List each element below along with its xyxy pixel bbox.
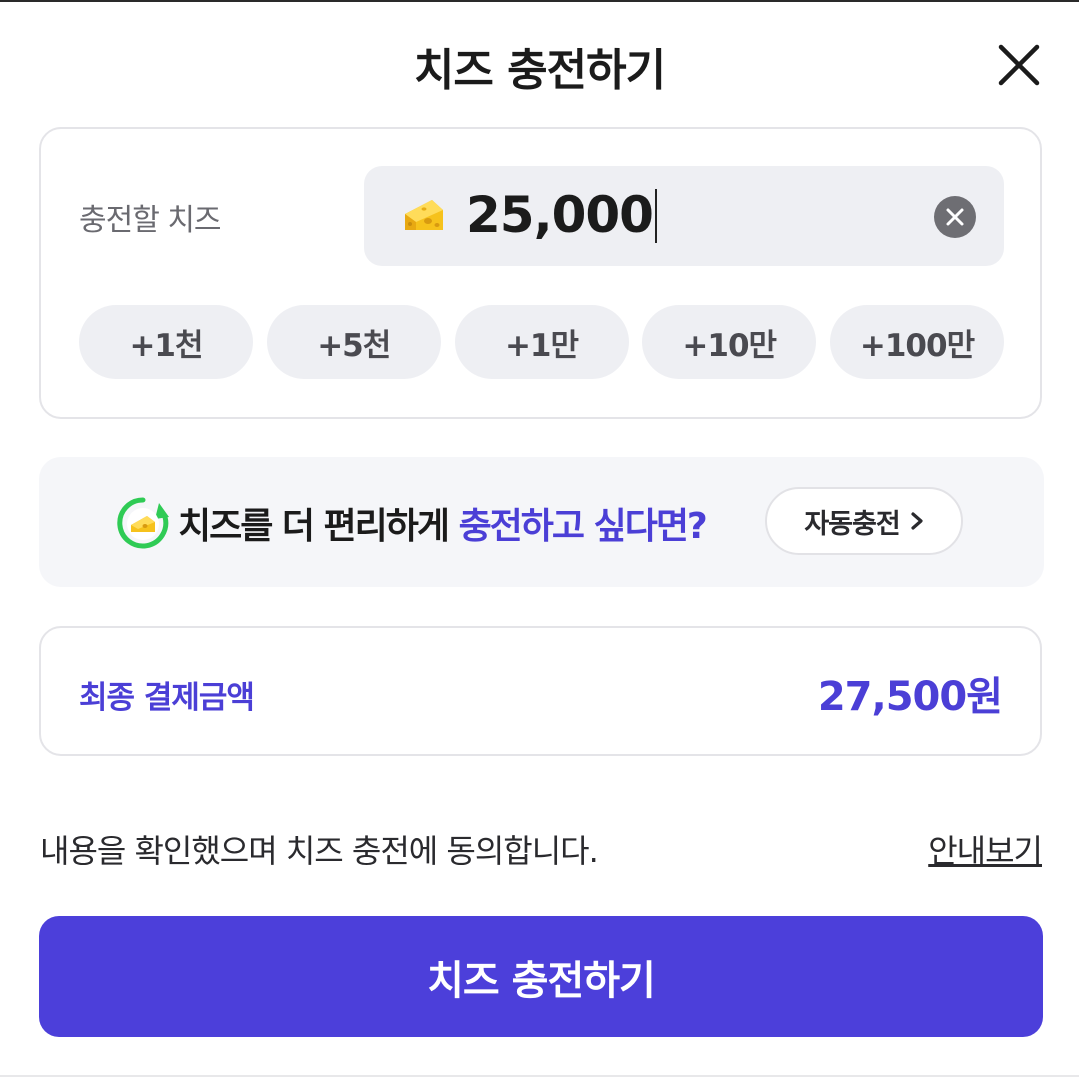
auto-recharge-cheese-icon [117, 497, 169, 549]
text-caret [654, 188, 657, 243]
final-payment-card: 최종 결제금액 27,500원 [39, 626, 1042, 756]
chevron-right-icon [911, 512, 923, 530]
quick-add-10k-button[interactable]: +1만 [454, 305, 629, 379]
consent-text: 내용을 확인했으며 치즈 충전에 동의합니다. [40, 832, 599, 870]
auto-recharge-label: 자동충전 [804, 508, 900, 540]
clear-amount-button[interactable] [934, 196, 976, 238]
guide-link[interactable]: 안내보기 [928, 826, 1043, 872]
auto-recharge-banner: 치즈를 더 편리하게 충전하고 싶다면? 자동충전 [39, 457, 1044, 587]
charge-submit-button[interactable]: 치즈 충전하기 [39, 916, 1043, 1037]
promo-text: 치즈를 더 편리하게 [178, 506, 459, 547]
close-button[interactable] [996, 42, 1042, 88]
final-payment-label: 최종 결제금액 [79, 680, 255, 716]
promo-accent-text: 충전하고 싶다면? [458, 506, 708, 547]
charge-amount-value: 25,000 [466, 186, 654, 244]
quick-add-chips: +1천 +5천 +1만 +10만 +100만 [79, 305, 1004, 379]
charge-amount-label: 충전할 치즈 [79, 203, 222, 238]
quick-add-5k-button[interactable]: +5천 [266, 305, 441, 379]
page-title: 치즈 충전하기 [413, 45, 666, 96]
cheese-icon [405, 200, 443, 230]
quick-add-100k-button[interactable]: +10만 [642, 305, 817, 379]
final-payment-amount: 27,500원 [817, 674, 1003, 720]
charge-amount-card: 충전할 치즈 25,000 +1천 +5천 +1만 +10만 +100만 [39, 127, 1042, 419]
auto-recharge-button[interactable]: 자동충전 [765, 487, 963, 555]
clear-icon [946, 208, 964, 226]
top-border [0, 0, 1079, 2]
quick-add-1m-button[interactable]: +100만 [830, 305, 1004, 379]
charge-amount-input[interactable]: 25,000 [364, 166, 1004, 266]
quick-add-1k-button[interactable]: +1천 [79, 305, 253, 379]
close-icon [998, 44, 1040, 86]
